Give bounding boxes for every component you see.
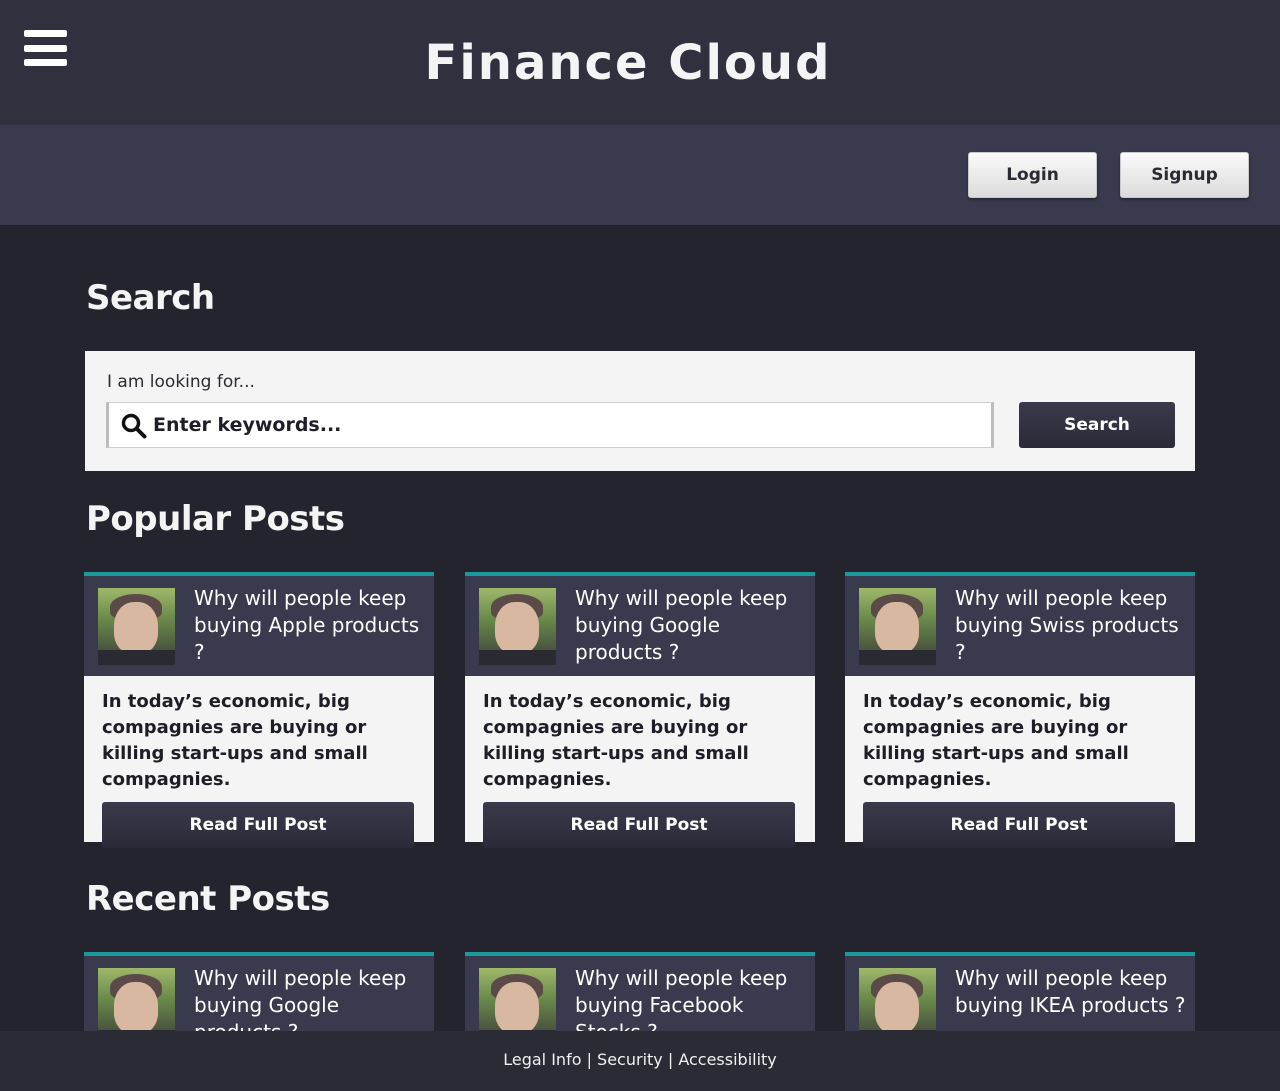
author-avatar — [98, 588, 175, 665]
read-full-post-button[interactable]: Read Full Post — [483, 802, 795, 848]
popular-posts-heading: Popular Posts — [86, 499, 345, 539]
search-panel: I am looking for... Search — [85, 351, 1195, 471]
legal-info-link[interactable]: Legal Info — [503, 1050, 581, 1069]
post-excerpt: In today’s economic, big compagnies are … — [863, 691, 1129, 790]
post-card-body: In today’s economic, big compagnies are … — [84, 676, 434, 848]
author-avatar — [479, 588, 556, 665]
top-bar: Finance Cloud — [0, 0, 1280, 125]
post-card-header: Why will people keep buying IKEA product… — [845, 956, 1195, 1032]
read-full-post-button[interactable]: Read Full Post — [102, 802, 414, 848]
popular-post-card: Why will people keep buying Apple produc… — [84, 572, 434, 848]
post-title[interactable]: Why will people keep buying Apple produc… — [194, 585, 426, 666]
post-card-header: Why will people keep buying Swiss produc… — [845, 576, 1195, 676]
recent-post-card: Why will people keep buying Facebook Sto… — [465, 952, 815, 1032]
footer-separator: | — [581, 1050, 598, 1069]
read-full-post-button[interactable]: Read Full Post — [863, 802, 1175, 848]
author-avatar — [859, 588, 936, 665]
magnifier-icon — [121, 413, 147, 439]
search-button[interactable]: Search — [1019, 402, 1175, 448]
footer-separator: | — [662, 1050, 679, 1069]
site-title: Finance Cloud — [424, 35, 832, 91]
post-card-header: Why will people keep buying Google produ… — [465, 576, 815, 676]
author-avatar — [479, 968, 556, 1032]
recent-posts-heading: Recent Posts — [86, 879, 330, 919]
search-input[interactable] — [153, 403, 983, 447]
search-field[interactable] — [106, 402, 994, 448]
author-avatar — [859, 968, 936, 1032]
signup-button[interactable]: Signup — [1120, 152, 1249, 198]
popular-post-card: Why will people keep buying Google produ… — [465, 572, 815, 848]
search-label: I am looking for... — [107, 372, 255, 392]
post-title[interactable]: Why will people keep buying Google produ… — [575, 585, 807, 666]
post-card-header: Why will people keep buying Facebook Sto… — [465, 956, 815, 1032]
post-title[interactable]: Why will people keep buying Facebook Sto… — [575, 965, 807, 1032]
post-excerpt: In today’s economic, big compagnies are … — [102, 691, 368, 790]
recent-post-card: Why will people keep buying IKEA product… — [845, 952, 1195, 1032]
post-card-header: Why will people keep buying Apple produc… — [84, 576, 434, 676]
recent-post-card: Why will people keep buying Google produ… — [84, 952, 434, 1032]
post-card-body: In today’s economic, big compagnies are … — [465, 676, 815, 848]
footer: Legal Info | Security | Accessibility — [0, 1031, 1280, 1091]
post-title[interactable]: Why will people keep buying Swiss produc… — [955, 585, 1187, 666]
post-excerpt: In today’s economic, big compagnies are … — [483, 691, 749, 790]
post-card-header: Why will people keep buying Google produ… — [84, 956, 434, 1032]
accessibility-link[interactable]: Accessibility — [678, 1050, 776, 1069]
popular-post-card: Why will people keep buying Swiss produc… — [845, 572, 1195, 848]
post-title[interactable]: Why will people keep buying IKEA product… — [955, 965, 1187, 1019]
security-link[interactable]: Security — [597, 1050, 663, 1069]
post-card-body: In today’s economic, big compagnies are … — [845, 676, 1195, 848]
auth-bar: Login Signup — [0, 125, 1280, 225]
login-button[interactable]: Login — [968, 152, 1097, 198]
search-heading: Search — [86, 278, 215, 318]
author-avatar — [98, 968, 175, 1032]
post-title[interactable]: Why will people keep buying Google produ… — [194, 965, 426, 1032]
